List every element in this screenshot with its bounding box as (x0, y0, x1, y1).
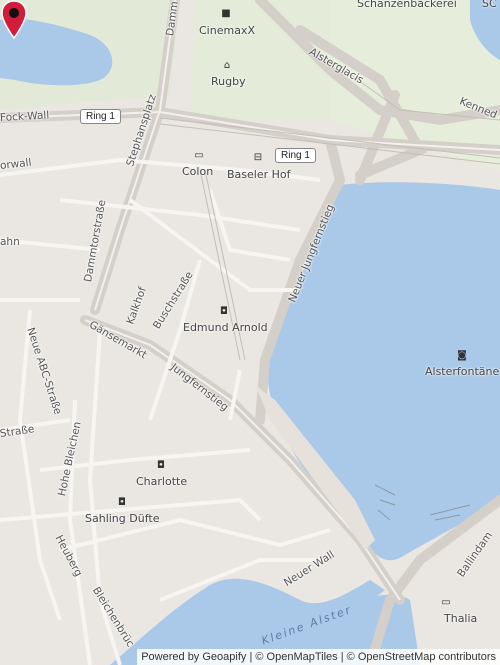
map-pin-icon[interactable] (0, 0, 28, 40)
poi-label[interactable]: Edmund Arnold (183, 321, 268, 334)
shop-icon: ◘ (157, 460, 165, 471)
poi-label[interactable]: Sahling Düfte (85, 512, 159, 525)
street-label: ahn (0, 236, 20, 248)
poi-label[interactable]: Charlotte (136, 475, 187, 488)
attribution-powered[interactable]: Powered by Geoapify (141, 651, 246, 663)
book-icon: ▭ (441, 597, 451, 608)
poi-label[interactable]: SC (482, 0, 497, 10)
cinema-icon: ■ (221, 8, 231, 19)
attribution-sep: | (249, 651, 253, 663)
map-canvas[interactable]: ■ ⌂ ▭ ⊟ ◘ ◙ ◘ ◘ ▭ Schanzenbäckerei SC Ci… (0, 0, 500, 665)
camera-icon: ◙ (457, 350, 467, 361)
poi-label[interactable]: Baseler Hof (227, 168, 291, 181)
route-shield: Ring 1 (275, 148, 316, 163)
street-label: Fock-Wall (0, 109, 50, 124)
attribution-openmaptiles[interactable]: © OpenMapTiles (255, 651, 337, 663)
attribution-osm[interactable]: © OpenStreetMap contributors (347, 651, 496, 663)
route-shield: Ring 1 (80, 109, 121, 124)
shop-icon: ◘ (220, 306, 228, 317)
poi-label[interactable]: Alsterfontäne (425, 365, 499, 378)
book-icon: ▭ (194, 150, 204, 161)
park-area (190, 0, 330, 120)
poi-label[interactable]: CinemaxX (199, 24, 255, 37)
poi-label[interactable]: Thalia (444, 612, 477, 625)
attribution-sep: | (340, 651, 344, 663)
hotel-icon: ⊟ (253, 152, 263, 163)
sport-icon: ⌂ (223, 60, 231, 71)
poi-label[interactable]: Colon (182, 165, 213, 178)
map-attribution: Powered by Geoapify | © OpenMapTiles | ©… (137, 649, 500, 665)
poi-label[interactable]: Rugby (211, 75, 246, 88)
shop-icon: ◘ (118, 497, 126, 508)
poi-label[interactable]: Schanzenbäckerei (357, 0, 457, 10)
